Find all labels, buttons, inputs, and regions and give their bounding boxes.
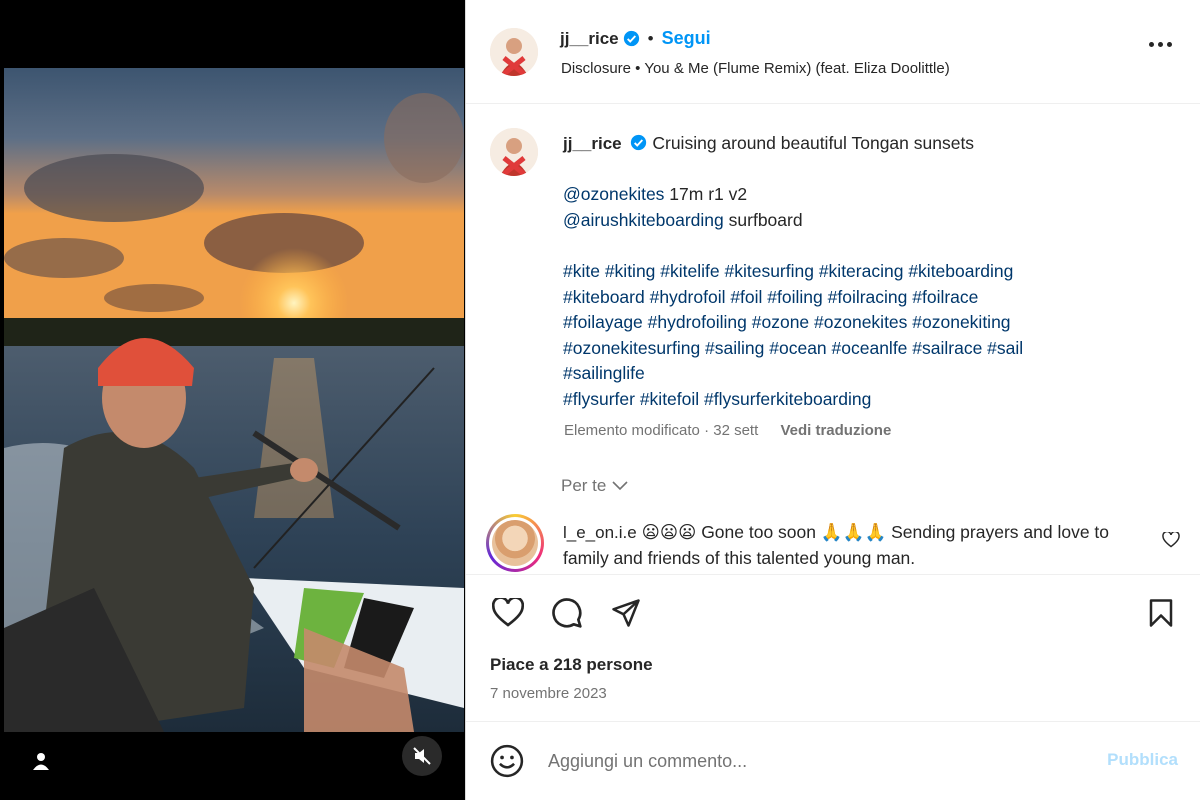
separator-dot: • (647, 28, 654, 48)
caption-first-line: Cruising around beautiful Tongan sunsets (652, 133, 975, 153)
more-icon[interactable] (1149, 42, 1172, 47)
hashtag-line[interactable]: #foilayage #hydrofoiling #ozone #ozoneki… (563, 310, 1153, 336)
for-you-label: Per te (561, 476, 607, 495)
comment-body: 😦😦😦 Gone too soon 🙏🙏🙏 Sending prayers an… (563, 522, 1110, 568)
caption-author-avatar[interactable] (490, 128, 538, 176)
post-header: jj__rice • Segui Disclosure • You & Me (… (466, 0, 1200, 104)
emoji-icon[interactable] (490, 744, 524, 783)
caption-text: jj__rice Cruising around beautiful Tonga… (563, 131, 1153, 413)
caption-section: jj__rice Cruising around beautiful Tonga… (466, 104, 1200, 574)
caption-detail: surfboard (723, 209, 803, 230)
mention-link[interactable]: @ozonekites (563, 184, 664, 204)
chevron-down-icon (612, 481, 628, 491)
comment-icon[interactable] (549, 595, 585, 631)
hashtag-line[interactable]: #ozonekitesurfing #sailing #ocean #ocean… (563, 336, 1153, 362)
hashtag-line[interactable]: #sailinglife (563, 361, 1153, 387)
edited-label: Elemento modificato · 32 sett (564, 422, 759, 439)
publish-button[interactable]: Pubblica (1107, 750, 1178, 770)
heart-icon[interactable] (490, 595, 526, 631)
author-avatar[interactable] (490, 28, 538, 76)
comment-item: l_e_on.i.e 😦😦😦 Gone too soon 🙏🙏🙏 Sending… (466, 514, 1200, 574)
post-details-panel: jj__rice • Segui Disclosure • You & Me (… (466, 0, 1200, 800)
heart-icon[interactable] (1162, 530, 1180, 553)
verified-badge-icon (630, 133, 647, 151)
translate-link[interactable]: Vedi traduzione (780, 422, 891, 439)
for-you-filter[interactable]: Per te (561, 476, 628, 496)
post-actions: Piace a 218 persone 7 novembre 2023 (466, 574, 1200, 722)
post-photo (4, 68, 464, 732)
likes-count[interactable]: Piace a 218 persone (490, 655, 653, 675)
share-icon[interactable] (608, 595, 644, 631)
post-date: 7 novembre 2023 (490, 685, 607, 702)
comment-text: l_e_on.i.e 😦😦😦 Gone too soon 🙏🙏🙏 Sending… (563, 520, 1143, 571)
caption-detail: 17m r1 v2 (664, 184, 748, 205)
follow-button[interactable]: Segui (662, 28, 711, 49)
bookmark-icon[interactable] (1143, 595, 1179, 631)
comment-input[interactable] (548, 746, 1068, 776)
caption-meta: Elemento modificato · 32 sett Vedi tradu… (564, 422, 891, 439)
hashtag-line[interactable]: #kite #kiting #kitelife #kitesurfing #ki… (563, 259, 1153, 285)
caption-username[interactable]: jj__rice (563, 134, 622, 153)
audio-track[interactable]: Disclosure • You & Me (Flume Remix) (fea… (561, 60, 950, 77)
user-tag-icon[interactable] (28, 748, 54, 774)
hashtag-line[interactable]: #flysurfer #kitefoil #flysurferkiteboard… (563, 387, 1153, 413)
comment-composer: Pubblica (466, 722, 1200, 800)
hashtag-line[interactable]: #kiteboard #hydrofoil #foil #foiling #fo… (563, 285, 1153, 311)
mute-icon[interactable] (402, 736, 442, 776)
commenter-avatar[interactable] (486, 514, 544, 572)
post-media[interactable] (0, 0, 466, 800)
verified-badge-icon (623, 30, 640, 47)
author-username[interactable]: jj__rice (560, 29, 619, 49)
mention-link[interactable]: @airushkiteboarding (563, 210, 724, 230)
commenter-username[interactable]: l_e_on.i.e (563, 523, 637, 542)
